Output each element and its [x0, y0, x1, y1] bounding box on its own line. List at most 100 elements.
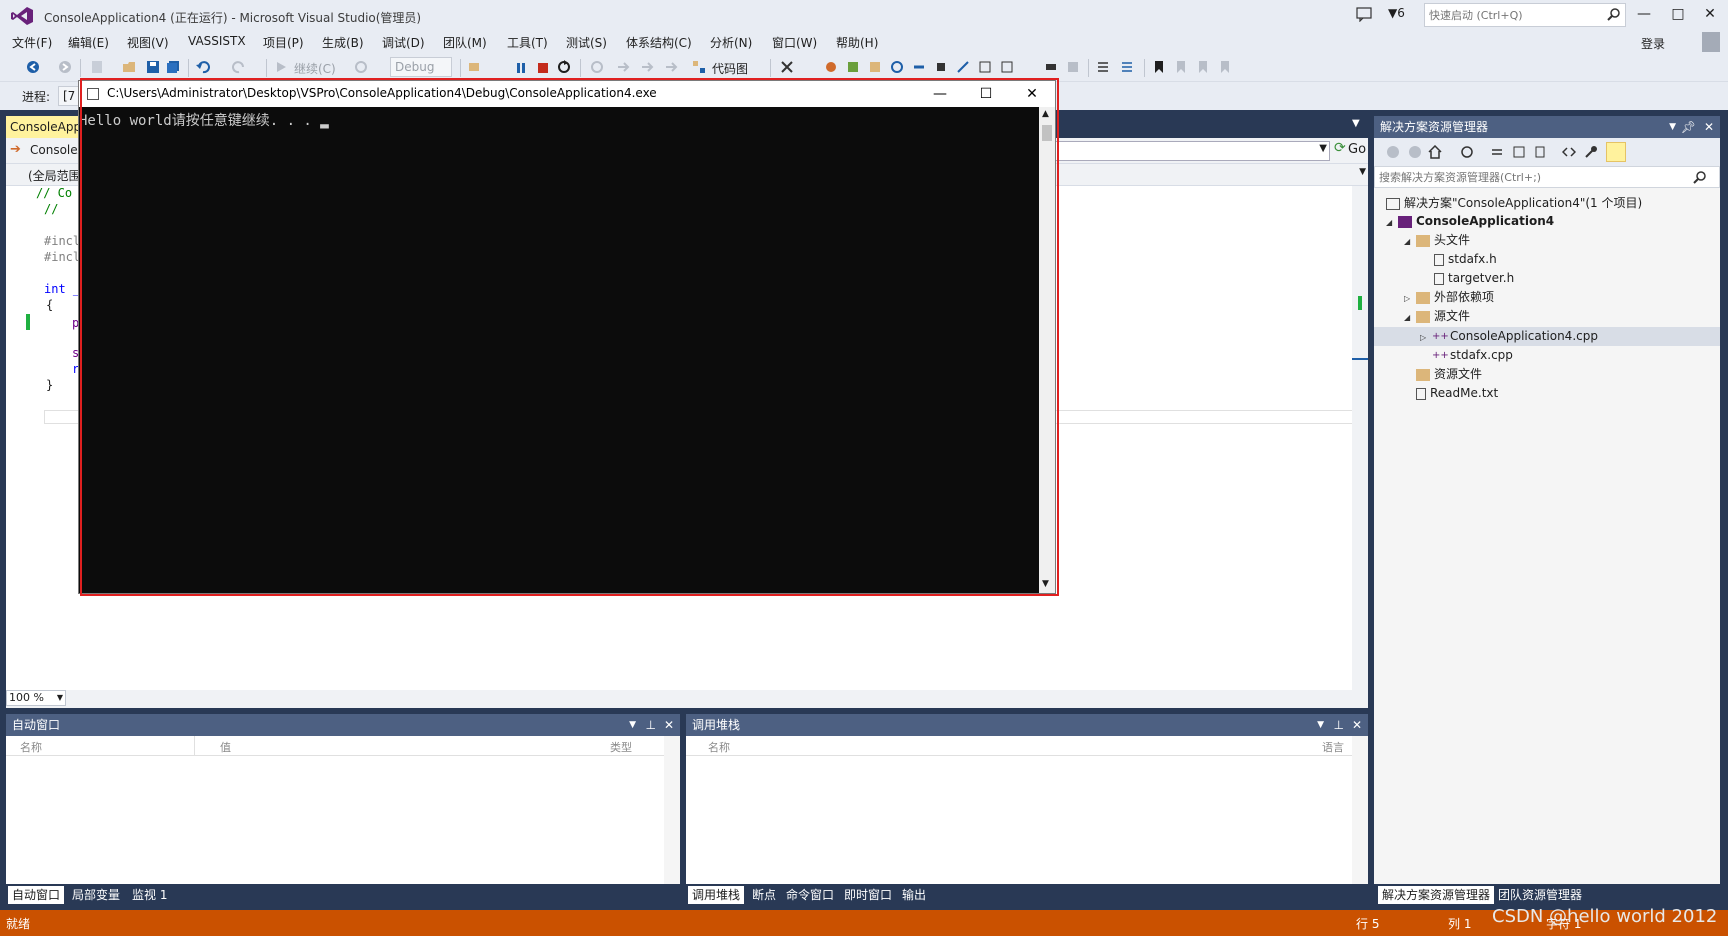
clear-bookmarks-icon[interactable] — [1218, 60, 1232, 74]
continue-button[interactable]: 继续(C) — [294, 60, 336, 77]
callstack-dropdown-icon[interactable]: ▼ — [1317, 714, 1324, 736]
step-over-icon[interactable] — [640, 60, 654, 74]
tree-node-main-cpp[interactable]: ▷ ++ConsoleApplication4.cpp — [1420, 327, 1598, 345]
tree-node-resource-files[interactable]: 资源文件 — [1416, 365, 1482, 383]
tab-breakpoints[interactable]: 断点 — [748, 886, 780, 904]
tool-a-icon[interactable] — [824, 60, 838, 74]
console-scrollbar[interactable]: ▲ ▼ — [1039, 107, 1055, 593]
tool-b-icon[interactable] — [846, 60, 860, 74]
refresh-icon[interactable] — [354, 60, 368, 74]
collapse-all-icon[interactable] — [1512, 145, 1526, 159]
callstack-pin-icon[interactable]: ⊥ — [1334, 714, 1344, 736]
tree-node-readme[interactable]: ReadMe.txt — [1416, 384, 1498, 402]
view-code-icon[interactable] — [1562, 145, 1576, 159]
console-window[interactable]: C:\Users\Administrator\Desktop\VSPro\Con… — [78, 80, 1056, 594]
go-arrow-icon[interactable]: ⟳ — [1334, 140, 1346, 156]
show-next-statement-icon[interactable] — [590, 60, 604, 74]
options-icon[interactable] — [780, 60, 794, 74]
expanded-icon[interactable]: ◢ — [1404, 233, 1416, 251]
document-tab[interactable]: ConsoleApplication4.cpp — [6, 116, 88, 138]
column-name[interactable]: 名称 — [20, 739, 42, 755]
redo-icon[interactable] — [232, 60, 246, 74]
menu-file[interactable]: 文件(F) — [12, 34, 52, 51]
stop-debugging-icon[interactable] — [536, 61, 550, 75]
step-out-icon[interactable] — [664, 60, 678, 74]
menu-tools[interactable]: 工具(T) — [507, 34, 548, 51]
restart-icon[interactable] — [557, 60, 571, 74]
console-close-button[interactable]: ✕ — [1009, 81, 1055, 107]
menu-help[interactable]: 帮助(H) — [836, 34, 878, 51]
login-link[interactable]: 登录 — [1641, 35, 1665, 52]
sol-forward-icon[interactable] — [1408, 145, 1422, 159]
scroll-down-icon[interactable]: ▼ — [1042, 579, 1049, 589]
menu-edit[interactable]: 编辑(E) — [68, 34, 109, 51]
code-map-button[interactable]: 代码图 — [712, 60, 748, 77]
callstack-close-icon[interactable]: ✕ — [1352, 714, 1362, 736]
tree-node-project[interactable]: ◢ ConsoleApplication4 — [1386, 212, 1554, 230]
tool-g-icon[interactable] — [956, 60, 970, 74]
tab-output[interactable]: 输出 — [898, 886, 930, 904]
autos-dropdown-icon[interactable]: ▼ — [629, 714, 636, 736]
collapsed-icon[interactable]: ▷ — [1404, 290, 1416, 308]
console-scroll-thumb[interactable] — [1042, 125, 1052, 141]
go-button[interactable]: Go — [1348, 142, 1366, 157]
close-button[interactable]: ✕ — [1690, 0, 1728, 28]
tree-node-stdafx-h[interactable]: stdafx.h — [1434, 250, 1497, 268]
step-into-icon[interactable] — [616, 60, 630, 74]
solution-config-select[interactable]: Debug — [390, 57, 452, 77]
next-bookmark-icon[interactable] — [1196, 60, 1210, 74]
sync-icon[interactable] — [1490, 145, 1504, 159]
tool-i-icon[interactable] — [1000, 60, 1014, 74]
tab-solution-explorer[interactable]: 解决方案资源管理器 — [1378, 886, 1495, 904]
console-output-area[interactable]: Hello world请按任意键继续. . . ▂ — [79, 107, 1039, 593]
tool-f-icon[interactable] — [934, 60, 948, 74]
undo-icon[interactable] — [196, 60, 210, 74]
solution-search-input[interactable] — [1375, 167, 1675, 187]
save-icon[interactable] — [146, 60, 160, 74]
sol-search-icon[interactable] — [1693, 170, 1707, 184]
bookmark-icon[interactable] — [1152, 60, 1166, 74]
pause-icon[interactable] — [514, 61, 528, 75]
tool-j-icon[interactable] — [1044, 60, 1058, 74]
pin-icon[interactable]: 📌︎ — [1681, 116, 1696, 138]
quick-launch-input[interactable] — [1425, 4, 1601, 26]
menu-architecture[interactable]: 体系结构(C) — [626, 34, 692, 51]
tool-h-icon[interactable] — [978, 60, 992, 74]
editor-vertical-scrollbar[interactable] — [1352, 186, 1368, 690]
prev-bookmark-icon[interactable] — [1174, 60, 1188, 74]
comment-out-icon[interactable] — [1096, 60, 1110, 74]
autos-close-icon[interactable]: ✕ — [664, 714, 674, 736]
column-value[interactable]: 值 — [220, 739, 231, 755]
open-file-icon[interactable] — [122, 60, 136, 74]
tool-d-icon[interactable] — [890, 60, 904, 74]
tree-node-stdafx-cpp[interactable]: ++stdafx.cpp — [1432, 346, 1513, 364]
column-name[interactable]: 名称 — [708, 739, 730, 755]
menu-analyze[interactable]: 分析(N) — [710, 34, 752, 51]
solution-search[interactable] — [1374, 166, 1720, 188]
tab-watch[interactable]: 监视 1 — [128, 886, 171, 904]
continue-icon[interactable] — [274, 60, 288, 74]
callstack-scrollbar[interactable] — [1352, 736, 1368, 884]
back-icon[interactable] — [26, 60, 40, 74]
tool-e-icon[interactable] — [912, 60, 926, 74]
panel-close-icon[interactable]: ✕ — [1704, 116, 1714, 138]
tab-team-explorer[interactable]: 团队资源管理器 — [1494, 886, 1586, 904]
preview-selected-items-button[interactable] — [1606, 142, 1626, 162]
column-language[interactable]: 语言 — [1322, 739, 1344, 755]
tab-call-stack[interactable]: 调用堆栈 — [688, 886, 745, 904]
autos-pin-icon[interactable]: ⊥ — [646, 714, 656, 736]
console-maximize-button[interactable]: ☐ — [963, 81, 1009, 107]
tab-autos[interactable]: 自动窗口 — [8, 886, 65, 904]
menu-team[interactable]: 团队(M) — [443, 34, 487, 51]
console-minimize-button[interactable]: — — [917, 81, 963, 107]
tree-node-source-files[interactable]: ◢ 源文件 — [1404, 307, 1470, 325]
show-all-files-icon[interactable] — [1534, 145, 1548, 159]
menu-debug[interactable]: 调试(D) — [382, 34, 425, 51]
column-type[interactable]: 类型 — [610, 739, 632, 755]
menu-test[interactable]: 测试(S) — [566, 34, 607, 51]
scroll-up-icon[interactable]: ▲ — [1042, 109, 1049, 119]
tab-locals[interactable]: 局部变量 — [68, 886, 124, 904]
properties-icon[interactable] — [1584, 145, 1598, 159]
user-avatar-icon[interactable] — [1702, 32, 1720, 52]
menu-view[interactable]: 视图(V) — [127, 34, 169, 51]
